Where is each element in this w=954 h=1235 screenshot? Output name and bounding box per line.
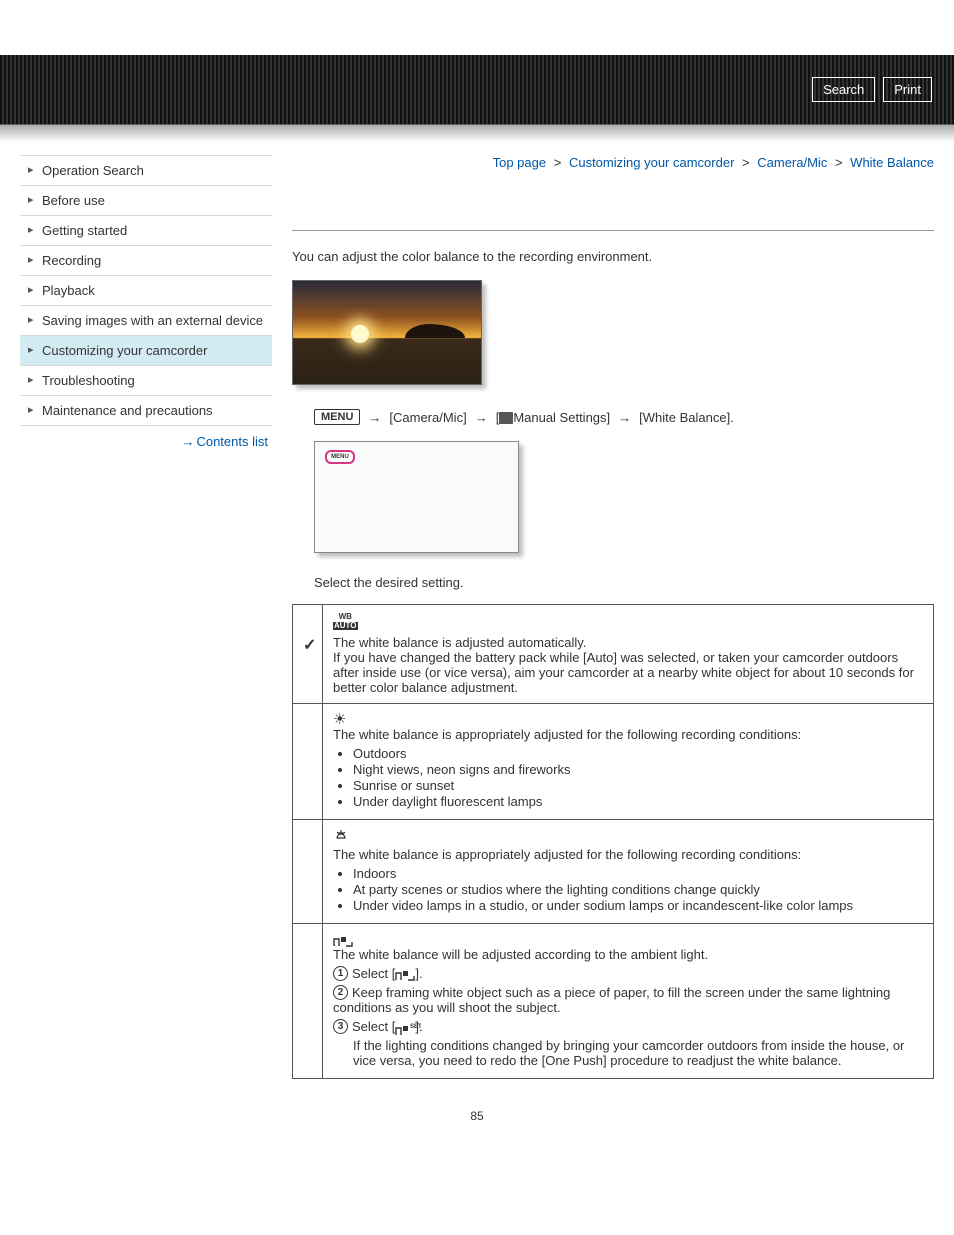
divider xyxy=(292,230,934,231)
arrow-right-icon: → xyxy=(368,410,381,425)
one-push-icon xyxy=(395,969,415,981)
path-segment: [Camera/Mic] xyxy=(389,410,466,425)
step-select-setting: Select the desired setting. xyxy=(314,575,934,590)
table-row-indoor: The white balance is appropriately adjus… xyxy=(293,820,934,924)
sun-icon: ☀ xyxy=(333,711,346,728)
sidebar-item-getting-started[interactable]: Getting started xyxy=(20,216,272,246)
header-bar: Search Print xyxy=(0,55,954,125)
onepush-step-3-note: If the lighting conditions changed by br… xyxy=(353,1038,923,1068)
sunset-image xyxy=(292,280,482,385)
breadcrumb-camera-mic[interactable]: Camera/Mic xyxy=(757,155,827,170)
sidebar-item-label: Recording xyxy=(42,253,101,268)
contents-list-link[interactable]: Contents list xyxy=(181,434,268,449)
sidebar-item-maintenance[interactable]: Maintenance and precautions xyxy=(20,396,272,426)
sidebar-item-before-use[interactable]: Before use xyxy=(20,186,272,216)
sidebar-item-label: Maintenance and precautions xyxy=(42,403,213,418)
sidebar-item-customizing[interactable]: Customizing your camcorder xyxy=(20,336,272,366)
outdoor-condition: Under daylight fluorescent lamps xyxy=(353,794,923,809)
sidebar: Operation Search Before use Getting star… xyxy=(20,155,272,457)
path-segment: [Manual Settings] xyxy=(496,410,610,425)
print-button[interactable]: Print xyxy=(883,77,932,102)
check-icon: ✓ xyxy=(303,637,316,654)
indoor-condition: At party scenes or studios where the lig… xyxy=(353,882,923,897)
onepush-lead: The white balance will be adjusted accor… xyxy=(333,947,923,962)
sidebar-item-label: Before use xyxy=(42,193,105,208)
breadcrumb-white-balance[interactable]: White Balance xyxy=(850,155,934,170)
outdoor-condition: Sunrise or sunset xyxy=(353,778,923,793)
intro-text: You can adjust the color balance to the … xyxy=(292,249,934,264)
step-number-3-icon: 3 xyxy=(333,1019,348,1034)
wb-auto-icon: WB AUTO xyxy=(333,613,358,630)
indoor-condition: Under video lamps in a studio, or under … xyxy=(353,898,923,913)
auto-description-1: The white balance is adjusted automatica… xyxy=(333,635,923,650)
breadcrumb-separator: > xyxy=(835,155,843,170)
table-row-onepush: The white balance will be adjusted accor… xyxy=(293,924,934,1079)
arrow-right-icon: → xyxy=(475,410,488,425)
breadcrumb-top-page[interactable]: Top page xyxy=(493,155,547,170)
indoor-lead: The white balance is appropriately adjus… xyxy=(333,847,923,862)
sidebar-item-troubleshooting[interactable]: Troubleshooting xyxy=(20,366,272,396)
breadcrumb-customizing[interactable]: Customizing your camcorder xyxy=(569,155,734,170)
sidebar-item-label: Saving images with an external device xyxy=(42,313,263,328)
onepush-step-2: 2Keep framing white object such as a pie… xyxy=(333,985,923,1015)
table-row-auto: ✓ WB AUTO The white balance is adjusted … xyxy=(293,605,934,704)
screen-image: MENU xyxy=(314,441,519,553)
one-push-set-icon: SET xyxy=(395,1022,415,1034)
main-content: Top page > Customizing your camcorder > … xyxy=(292,155,934,1079)
sidebar-item-label: Troubleshooting xyxy=(42,373,135,388)
arrow-right-icon: → xyxy=(618,410,631,425)
page-number: 85 xyxy=(0,1079,954,1143)
auto-description-2: If you have changed the battery pack whi… xyxy=(333,650,923,695)
path-segment: [White Balance]. xyxy=(639,410,734,425)
manual-settings-icon xyxy=(499,412,513,424)
sidebar-item-saving-images[interactable]: Saving images with an external device xyxy=(20,306,272,336)
sidebar-item-label: Operation Search xyxy=(42,163,144,178)
sidebar-item-playback[interactable]: Playback xyxy=(20,276,272,306)
screen-menu-pill: MENU xyxy=(325,450,355,464)
lamp-icon xyxy=(333,831,349,848)
breadcrumb: Top page > Customizing your camcorder > … xyxy=(292,155,934,170)
onepush-step-1: 1Select []. xyxy=(333,966,923,981)
sidebar-item-label: Getting started xyxy=(42,223,127,238)
breadcrumb-separator: > xyxy=(554,155,562,170)
sidebar-item-recording[interactable]: Recording xyxy=(20,246,272,276)
sidebar-item-label: Customizing your camcorder xyxy=(42,343,207,358)
breadcrumb-separator: > xyxy=(742,155,750,170)
sidebar-item-operation-search[interactable]: Operation Search xyxy=(20,156,272,186)
table-row-outdoor: ☀ The white balance is appropriately adj… xyxy=(293,704,934,820)
search-button[interactable]: Search xyxy=(812,77,875,102)
outdoor-condition: Outdoors xyxy=(353,746,923,761)
menu-icon: MENU xyxy=(314,409,360,425)
step-number-2-icon: 2 xyxy=(333,985,348,1000)
outdoor-lead: The white balance is appropriately adjus… xyxy=(333,727,923,742)
onepush-step-3: 3Select [SET]. xyxy=(333,1019,923,1034)
one-push-icon xyxy=(333,935,353,947)
indoor-condition: Indoors xyxy=(353,866,923,881)
settings-table: ✓ WB AUTO The white balance is adjusted … xyxy=(292,604,934,1079)
outdoor-condition: Night views, neon signs and fireworks xyxy=(353,762,923,777)
step-number-1-icon: 1 xyxy=(333,966,348,981)
sidebar-item-label: Playback xyxy=(42,283,95,298)
menu-path: MENU → [Camera/Mic] → [Manual Settings] … xyxy=(314,409,934,425)
